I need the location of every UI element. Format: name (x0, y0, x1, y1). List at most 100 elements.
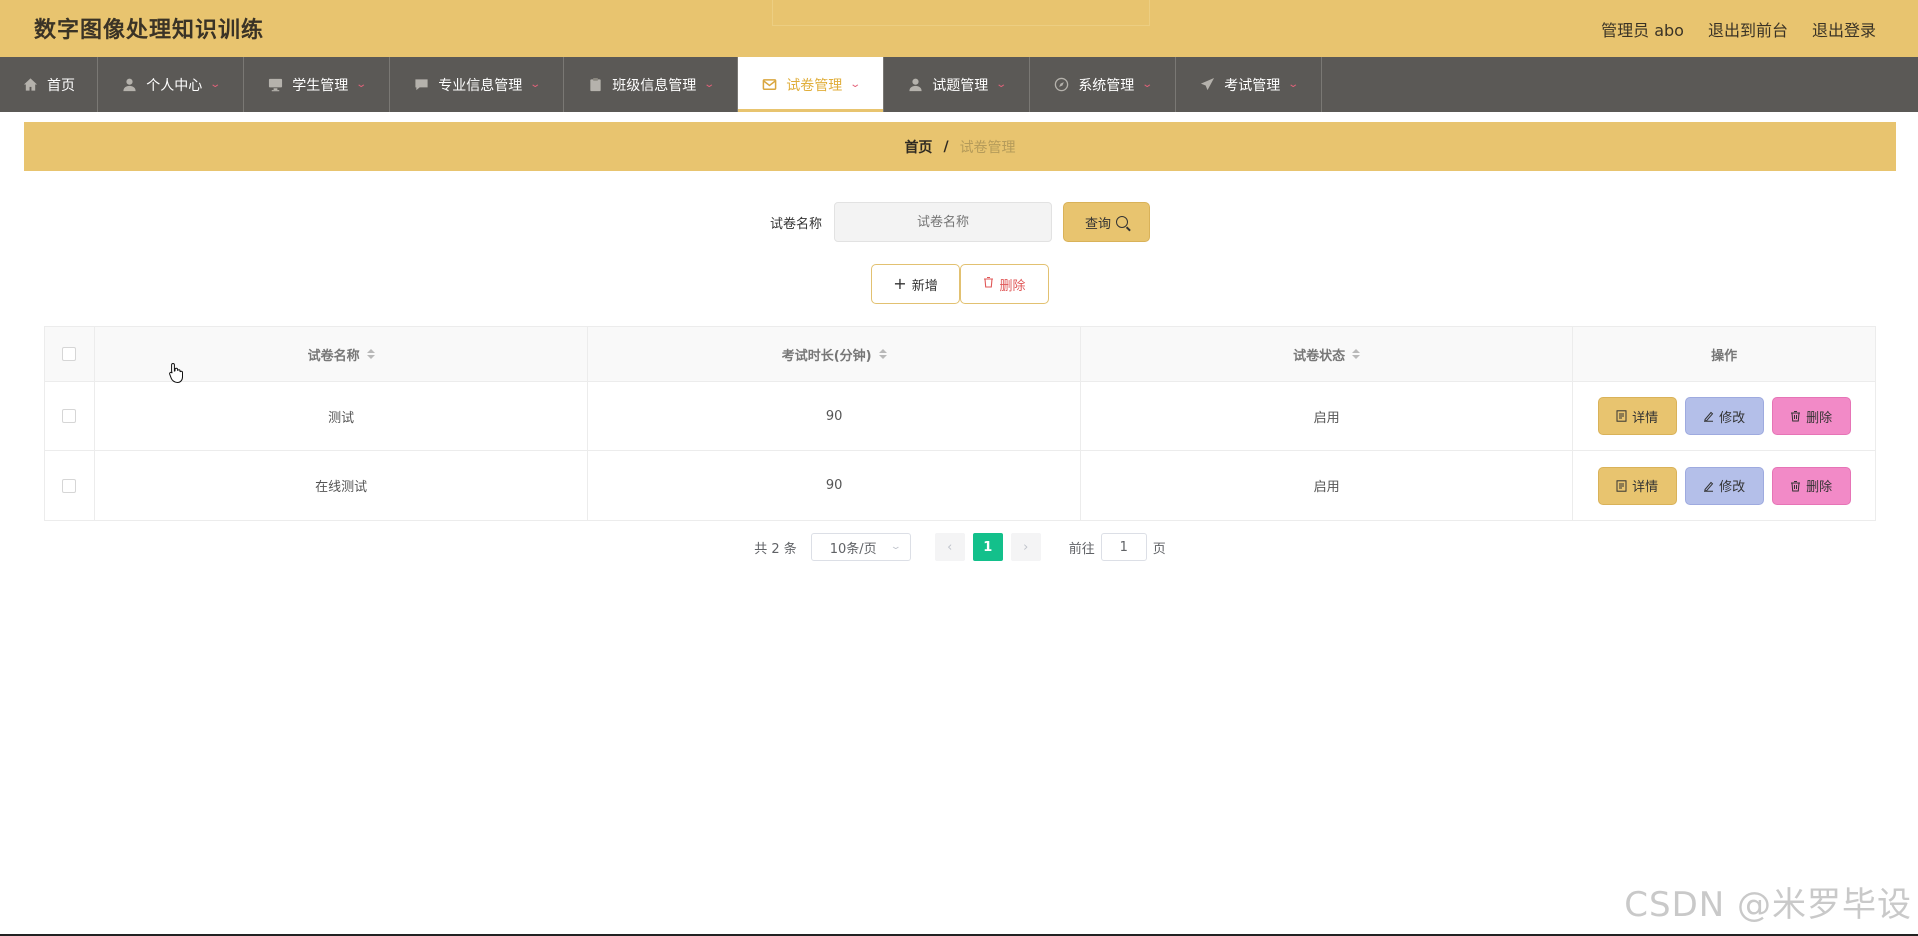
monitor-icon (267, 77, 283, 93)
nav-item-questions[interactable]: 试题管理 ⌄ (884, 57, 1030, 112)
select-all-checkbox[interactable] (62, 347, 77, 361)
status-cell: 启用 (1081, 451, 1574, 520)
action-buttons: + 新增 删除 (24, 264, 1896, 304)
nav-item-class-info[interactable]: 班级信息管理 ⌄ (564, 57, 738, 112)
column-header-actions: 操作 (1573, 327, 1875, 381)
exam-paper-table: 试卷名称 考试时长(分钟) 试卷状态 操作 测试 90 启用 详情 修改 删除 … (44, 326, 1876, 521)
column-header-label: 考试时长(分钟) (781, 348, 872, 364)
chevron-down-icon: ⌄ (529, 79, 542, 90)
column-header-label: 试卷状态 (1293, 348, 1346, 364)
nav-item-profile[interactable]: 个人中心 ⌄ (98, 57, 244, 112)
app-title: 数字图像处理知识训练 (34, 18, 265, 43)
nav-item-major-info[interactable]: 专业信息管理 ⌄ (390, 57, 564, 112)
add-button-label: 新增 (911, 278, 938, 294)
add-button[interactable]: + 新增 (871, 264, 960, 304)
nav-label: 首页 (47, 77, 75, 94)
admin-user-label: 管理员 abo (1601, 21, 1684, 40)
detail-button[interactable]: 详情 (1597, 466, 1677, 505)
goto-label: 前往 (1068, 541, 1095, 557)
pagination: 共 2 条 10条/页 ⌄ ‹ 1 › 前往 页 (24, 533, 1896, 561)
column-header-status[interactable]: 试卷状态 (1081, 327, 1574, 381)
front-link[interactable]: 退出到前台 (1708, 17, 1788, 41)
main-nav: 首页 个人中心 ⌄ 学生管理 ⌄ 专业信息管理 ⌄ 班级信息管理 ⌄ 试卷管理 … (0, 57, 1918, 112)
search-button-label: 查询 (1084, 216, 1111, 232)
goto-page-input[interactable] (1100, 533, 1147, 561)
delete-button[interactable]: 删除 (1771, 397, 1851, 435)
edit-button[interactable]: 修改 (1684, 466, 1764, 505)
search-label: 试卷名称 (769, 216, 822, 232)
sort-icon[interactable] (878, 349, 887, 359)
edit-label: 修改 (1719, 480, 1746, 495)
nav-item-exams[interactable]: 考试管理 ⌄ (1176, 57, 1322, 112)
detail-label: 详情 (1632, 480, 1659, 495)
detail-button[interactable]: 详情 (1597, 397, 1677, 435)
delete-label: 删除 (1806, 480, 1833, 495)
chat-icon (413, 77, 429, 93)
sort-icon[interactable] (366, 349, 375, 359)
column-header-label: 试卷名称 (307, 348, 360, 364)
select-all-cell (45, 327, 95, 381)
nav-label: 学生管理 (292, 77, 349, 94)
chevron-left-icon: ‹ (947, 539, 953, 555)
detail-label: 详情 (1632, 410, 1659, 426)
paper-name-cell: 在线测试 (95, 451, 589, 520)
page-number-current[interactable]: 1 (972, 533, 1003, 561)
paper-name-cell: 测试 (95, 382, 589, 450)
search-input[interactable] (834, 202, 1052, 242)
column-header-duration[interactable]: 考试时长(分钟) (588, 327, 1081, 381)
edit-button[interactable]: 修改 (1684, 397, 1764, 435)
batch-delete-button[interactable]: 删除 (960, 264, 1049, 304)
main-panel: 试卷名称 查询 + 新增 删除 试卷名称 考试时长(分钟) (24, 181, 1896, 578)
nav-item-students[interactable]: 学生管理 ⌄ (244, 57, 390, 112)
prev-page-button[interactable]: ‹ (934, 533, 965, 561)
sort-icon[interactable] (1352, 349, 1361, 359)
chevron-down-icon: ⌄ (355, 79, 368, 90)
header-links: 管理员 abo 退出到前台 退出登录 (1601, 17, 1876, 41)
page-size-select[interactable]: 10条/页 ⌄ (810, 533, 911, 561)
chevron-down-icon: ⌄ (995, 79, 1008, 90)
plus-icon: + (893, 274, 907, 293)
duration-cell: 90 (588, 451, 1081, 520)
breadcrumb-home[interactable]: 首页 (904, 137, 932, 157)
watermark: CSDN @米罗毕设 (1624, 885, 1912, 925)
chevron-down-icon: ⌄ (889, 542, 903, 552)
column-header-label: 操作 (1711, 348, 1738, 364)
row-actions-cell: 详情 修改 删除 (1573, 451, 1875, 520)
nav-label: 专业信息管理 (438, 77, 523, 94)
breadcrumb: 首页 / 试卷管理 (24, 122, 1896, 171)
logout-link[interactable]: 退出登录 (1812, 17, 1876, 41)
header-decor (772, 0, 1150, 26)
top-header: 数字图像处理知识训练 管理员 abo 退出到前台 退出登录 (0, 0, 1918, 57)
home-icon (22, 77, 38, 93)
person-icon (121, 77, 137, 93)
pagination-total: 共 2 条 (754, 541, 797, 557)
table-row: 测试 90 启用 详情 修改 删除 (45, 382, 1875, 451)
nav-label: 考试管理 (1224, 77, 1281, 94)
row-checkbox[interactable] (62, 409, 77, 423)
search-icon (1116, 216, 1128, 228)
mail-icon (761, 77, 777, 93)
edit-label: 修改 (1719, 410, 1746, 426)
delete-button[interactable]: 删除 (1771, 466, 1851, 505)
row-select-cell (45, 451, 95, 520)
nav-item-system[interactable]: 系统管理 ⌄ (1030, 57, 1176, 112)
chevron-down-icon: ⌄ (1141, 79, 1154, 90)
chevron-right-icon: › (1023, 539, 1029, 555)
trash-icon (983, 276, 994, 292)
row-checkbox[interactable] (62, 478, 77, 493)
goto-suffix: 页 (1152, 541, 1166, 557)
chevron-down-icon: ⌄ (1287, 79, 1300, 90)
delete-button-label: 删除 (999, 278, 1026, 294)
person-icon (907, 77, 923, 93)
breadcrumb-separator: / (943, 138, 949, 155)
nav-item-home[interactable]: 首页 (0, 57, 98, 112)
nav-label: 班级信息管理 (612, 77, 697, 94)
nav-label: 试题管理 (932, 77, 989, 94)
next-page-button[interactable]: › (1010, 533, 1041, 561)
hand-cursor-icon (169, 362, 183, 384)
nav-item-exam-paper[interactable]: 试卷管理 ⌄ (738, 57, 884, 112)
search-button[interactable]: 查询 (1063, 202, 1150, 242)
compass-icon (1053, 77, 1069, 93)
nav-label: 试卷管理 (786, 77, 843, 94)
send-icon (1199, 77, 1215, 93)
